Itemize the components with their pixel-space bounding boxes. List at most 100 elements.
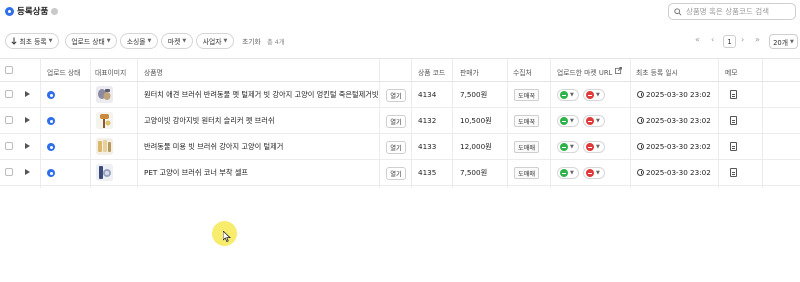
info-icon[interactable] bbox=[51, 7, 59, 15]
chevron-down-icon: ▼ bbox=[106, 38, 111, 44]
chevron-down-icon: ▼ bbox=[596, 92, 600, 98]
chevron-down-icon: ▼ bbox=[147, 38, 152, 44]
product-thumbnail[interactable] bbox=[96, 138, 113, 155]
source-tag[interactable]: 도매꾹 bbox=[514, 89, 540, 101]
product-thumbnail[interactable] bbox=[96, 164, 113, 181]
chevron-down-icon: ▼ bbox=[790, 38, 794, 45]
memo-icon[interactable] bbox=[730, 168, 737, 177]
page-size-select[interactable]: 20개 ▼ bbox=[769, 34, 798, 49]
memo-icon[interactable] bbox=[730, 142, 737, 151]
filter-bar: 최초 등록 ▼ 업로드 상태 ▼ 소싱몰 ▼ 마켓 ▼ 사업자 ▼ 초기화 총 … bbox=[0, 33, 800, 51]
clock-icon bbox=[637, 117, 644, 124]
next-page-icon[interactable]: › bbox=[741, 35, 744, 44]
source-tag[interactable]: 도매꾹 bbox=[514, 115, 540, 127]
product-name[interactable]: PET 고양이 브러쉬 코너 부착 셀프 bbox=[144, 168, 248, 178]
product-name[interactable]: 고양이빗 강아지빗 원터치 슬리커 펫 브러쉬 bbox=[144, 116, 274, 126]
header-product-code[interactable]: 상품 코드 bbox=[418, 67, 445, 77]
last-page-icon[interactable]: » bbox=[755, 35, 760, 44]
market-green-dropdown[interactable]: ▼ bbox=[557, 167, 579, 179]
source-tag[interactable]: 도매매 bbox=[514, 141, 540, 153]
select-all-checkbox[interactable] bbox=[5, 66, 13, 74]
header-upload-status[interactable]: 업로드 상태 bbox=[47, 67, 80, 77]
header-image: 대표이미지 bbox=[95, 69, 127, 77]
clock-icon bbox=[637, 91, 644, 98]
registered-at: 2025-03-30 23:02 bbox=[646, 116, 711, 125]
page-title: 등록상품 bbox=[17, 7, 49, 17]
market-green-dropdown[interactable]: ▼ bbox=[557, 141, 579, 153]
external-link-icon[interactable] bbox=[615, 67, 622, 74]
market-red-dropdown[interactable]: ▼ bbox=[583, 167, 605, 179]
upload-status-icon bbox=[47, 91, 55, 99]
seller-filter-label: 사업자 bbox=[202, 38, 222, 46]
chevron-down-icon: ▼ bbox=[596, 144, 600, 150]
market-red-dropdown[interactable]: ▼ bbox=[583, 115, 605, 127]
product-name[interactable]: 반려동물 미용 빗 브러쉬 강아지 고양이 털제거 bbox=[144, 142, 283, 152]
reset-button[interactable]: 초기화 bbox=[242, 36, 261, 46]
source-tag[interactable]: 도매매 bbox=[514, 167, 540, 179]
search-box[interactable] bbox=[668, 3, 796, 20]
market-logo-icon bbox=[560, 143, 568, 151]
current-page[interactable]: 1 bbox=[723, 35, 736, 48]
seller-filter[interactable]: 사업자 ▼ bbox=[196, 33, 234, 49]
chevron-down-icon: ▼ bbox=[596, 170, 600, 176]
market-logo-icon bbox=[560, 91, 568, 99]
open-button[interactable]: 열기 bbox=[386, 141, 406, 154]
memo-icon[interactable] bbox=[730, 90, 737, 99]
upload-status-icon bbox=[47, 117, 55, 125]
header-price[interactable]: 판매가 bbox=[460, 67, 479, 77]
table-row[interactable]: 원터치 애견 브러쉬 반려동물 펫 털제거 빗 강아지 고양이 엉킨털 죽은털제… bbox=[0, 82, 800, 108]
header-memo: 메모 bbox=[725, 69, 738, 77]
market-green-dropdown[interactable]: ▼ bbox=[557, 115, 579, 127]
expand-row-icon[interactable] bbox=[25, 143, 30, 149]
table-row[interactable]: 고양이빗 강아지빗 원터치 슬리커 펫 브러쉬 열기 4132 10,500원 … bbox=[0, 108, 800, 134]
market-logo-icon bbox=[586, 117, 594, 125]
first-page-icon[interactable]: « bbox=[695, 35, 700, 44]
search-icon bbox=[674, 7, 682, 16]
header-source[interactable]: 수집처 bbox=[513, 67, 532, 77]
header-product-name[interactable]: 상품명 bbox=[144, 67, 163, 77]
market-filter[interactable]: 마켓 ▼ bbox=[161, 33, 193, 49]
memo-icon[interactable] bbox=[730, 116, 737, 125]
market-green-dropdown[interactable]: ▼ bbox=[557, 89, 579, 101]
top-bar: 등록상품 bbox=[0, 0, 800, 24]
open-button[interactable]: 열기 bbox=[386, 115, 406, 128]
product-price: 12,000원 bbox=[460, 142, 492, 151]
product-code: 4133 bbox=[418, 142, 437, 151]
product-name[interactable]: 원터치 애견 브러쉬 반려동물 펫 털제거 빗 강아지 고양이 엉킨털 죽은털제… bbox=[144, 90, 378, 100]
expand-row-icon[interactable] bbox=[25, 169, 30, 175]
chevron-down-icon: ▼ bbox=[570, 170, 574, 176]
clock-icon bbox=[637, 143, 644, 150]
sort-dropdown[interactable]: 최초 등록 ▼ bbox=[5, 33, 59, 49]
row-checkbox[interactable] bbox=[5, 142, 13, 150]
product-image bbox=[96, 138, 113, 155]
market-red-dropdown[interactable]: ▼ bbox=[583, 89, 605, 101]
product-code: 4135 bbox=[418, 168, 437, 177]
upload-status-filter[interactable]: 업로드 상태 ▼ bbox=[65, 33, 117, 49]
product-image bbox=[96, 112, 113, 129]
product-code: 4132 bbox=[418, 116, 437, 125]
market-logo-icon bbox=[586, 143, 594, 151]
row-checkbox[interactable] bbox=[5, 116, 13, 124]
expand-row-icon[interactable] bbox=[25, 91, 30, 97]
open-button[interactable]: 열기 bbox=[386, 167, 406, 180]
market-red-dropdown[interactable]: ▼ bbox=[583, 141, 605, 153]
table-row[interactable]: PET 고양이 브러쉬 코너 부착 셀프 열기 4135 7,500원 도매매 … bbox=[0, 160, 800, 186]
row-checkbox[interactable] bbox=[5, 90, 13, 98]
header-market-url[interactable]: 업로드한 마켓 URL bbox=[557, 67, 612, 77]
prev-page-icon[interactable]: ‹ bbox=[711, 35, 714, 44]
table-row[interactable]: 반려동물 미용 빗 브러쉬 강아지 고양이 털제거 열기 4133 12,000… bbox=[0, 134, 800, 160]
product-price: 7,500원 bbox=[460, 168, 488, 177]
chevron-down-icon: ▼ bbox=[223, 38, 228, 44]
product-thumbnail[interactable] bbox=[96, 86, 113, 103]
expand-row-icon[interactable] bbox=[25, 117, 30, 123]
product-image bbox=[96, 86, 113, 103]
search-input[interactable] bbox=[685, 7, 795, 16]
upload-status-icon bbox=[47, 143, 55, 151]
header-registered-at[interactable]: 최초 등록 일시 bbox=[636, 67, 678, 77]
sourcing-filter[interactable]: 소싱몰 ▼ bbox=[120, 33, 158, 49]
product-price: 7,500원 bbox=[460, 90, 488, 99]
product-thumbnail[interactable] bbox=[96, 112, 113, 129]
open-button[interactable]: 열기 bbox=[386, 89, 406, 102]
row-checkbox[interactable] bbox=[5, 168, 13, 176]
sort-arrow-icon bbox=[11, 37, 18, 45]
